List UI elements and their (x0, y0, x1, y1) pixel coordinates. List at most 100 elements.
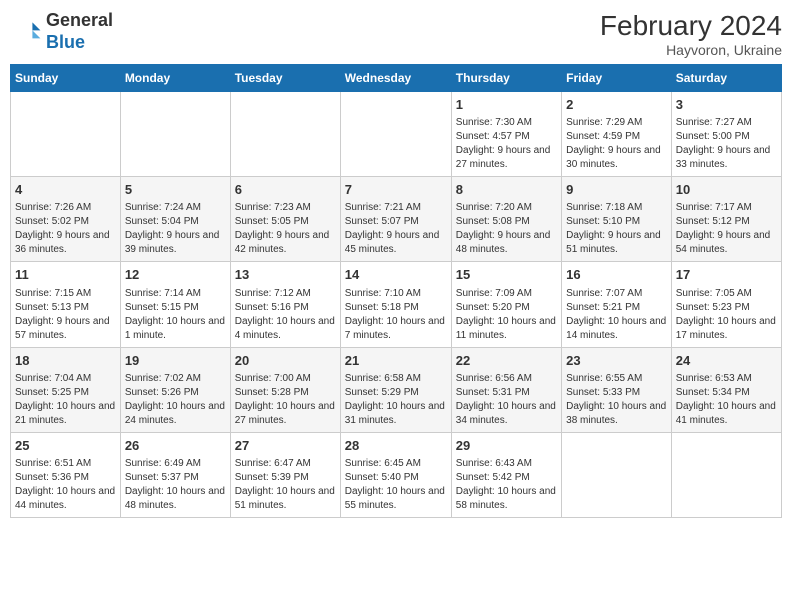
calendar-header-row: SundayMondayTuesdayWednesdayThursdayFrid… (11, 65, 782, 92)
day-number: 18 (15, 352, 116, 370)
column-header-tuesday: Tuesday (230, 65, 340, 92)
day-cell: 2Sunrise: 7:29 AM Sunset: 4:59 PM Daylig… (562, 92, 672, 177)
day-info: Sunrise: 7:04 AM Sunset: 5:25 PM Dayligh… (15, 372, 116, 428)
week-row-3: 11 Sunrise: 7:15 AM Sunset: 5:13 PM Dayli… (11, 262, 782, 347)
day-number: 9 (566, 181, 667, 199)
day-cell: 13 Sunrise: 7:12 AM Sunset: 5:16 PM Dayli… (230, 262, 340, 347)
day-cell: 29 Sunrise: 6:43 AM Sunset: 5:42 PM Dayli… (451, 432, 561, 517)
day-cell: 23 Sunrise: 6:55 AM Sunset: 5:33 PM Dayli… (562, 347, 672, 432)
day-cell: 25 Sunrise: 6:51 AM Sunset: 5:36 PM Dayli… (11, 432, 121, 517)
day-number: 29 (456, 437, 557, 455)
calendar-body: 1Sunrise: 7:30 AM Sunset: 4:57 PM Daylig… (11, 92, 782, 518)
day-number: 14 (345, 266, 447, 284)
day-number: 8 (456, 181, 557, 199)
day-cell: 11 Sunrise: 7:15 AM Sunset: 5:13 PM Dayli… (11, 262, 121, 347)
day-info: Sunrise: 6:49 AM Sunset: 5:37 PM Dayligh… (125, 457, 226, 513)
day-cell: 12 Sunrise: 7:14 AM Sunset: 5:15 PM Dayli… (120, 262, 230, 347)
day-cell: 5Sunrise: 7:24 AM Sunset: 5:04 PM Daylig… (120, 177, 230, 262)
day-info: Sunrise: 6:43 AM Sunset: 5:42 PM Dayligh… (456, 457, 557, 513)
day-cell: 21 Sunrise: 6:58 AM Sunset: 5:29 PM Dayli… (340, 347, 451, 432)
day-cell (120, 92, 230, 177)
day-number: 10 (676, 181, 777, 199)
day-cell: 18 Sunrise: 7:04 AM Sunset: 5:25 PM Dayli… (11, 347, 121, 432)
day-info: Sunrise: 7:23 AM Sunset: 5:05 PM Dayligh… (235, 201, 336, 257)
day-number: 3 (676, 96, 777, 114)
day-info: Sunrise: 6:53 AM Sunset: 5:34 PM Dayligh… (676, 372, 777, 428)
calendar-table: SundayMondayTuesdayWednesdayThursdayFrid… (10, 64, 782, 518)
day-info: Sunrise: 7:02 AM Sunset: 5:26 PM Dayligh… (125, 372, 226, 428)
day-info: Sunrise: 6:56 AM Sunset: 5:31 PM Dayligh… (456, 372, 557, 428)
day-cell: 3 Sunrise: 7:27 AM Sunset: 5:00 PM Daylig… (671, 92, 781, 177)
day-cell: 19Sunrise: 7:02 AM Sunset: 5:26 PM Dayli… (120, 347, 230, 432)
day-number: 16 (566, 266, 667, 284)
logo-icon (10, 16, 42, 48)
day-info: Sunrise: 6:55 AM Sunset: 5:33 PM Dayligh… (566, 372, 667, 428)
day-info: Sunrise: 7:26 AM Sunset: 5:02 PM Dayligh… (15, 201, 116, 257)
day-info: Sunrise: 7:14 AM Sunset: 5:15 PM Dayligh… (125, 287, 226, 343)
day-cell: 26 Sunrise: 6:49 AM Sunset: 5:37 PM Dayli… (120, 432, 230, 517)
day-cell (340, 92, 451, 177)
day-info: Sunrise: 7:10 AM Sunset: 5:18 PM Dayligh… (345, 287, 447, 343)
day-number: 26 (125, 437, 226, 455)
day-cell: 16Sunrise: 7:07 AM Sunset: 5:21 PM Dayli… (562, 262, 672, 347)
day-info: Sunrise: 7:20 AM Sunset: 5:08 PM Dayligh… (456, 201, 557, 257)
day-cell (11, 92, 121, 177)
week-row-5: 25 Sunrise: 6:51 AM Sunset: 5:36 PM Dayli… (11, 432, 782, 517)
column-header-sunday: Sunday (11, 65, 121, 92)
day-cell: 15 Sunrise: 7:09 AM Sunset: 5:20 PM Dayli… (451, 262, 561, 347)
day-cell: 28 Sunrise: 6:45 AM Sunset: 5:40 PM Dayli… (340, 432, 451, 517)
day-cell: 10 Sunrise: 7:17 AM Sunset: 5:12 PM Dayli… (671, 177, 781, 262)
day-cell: 9 Sunrise: 7:18 AM Sunset: 5:10 PM Daylig… (562, 177, 672, 262)
day-number: 28 (345, 437, 447, 455)
day-info: Sunrise: 6:58 AM Sunset: 5:29 PM Dayligh… (345, 372, 447, 428)
day-number: 12 (125, 266, 226, 284)
day-cell: 14 Sunrise: 7:10 AM Sunset: 5:18 PM Dayli… (340, 262, 451, 347)
day-info: Sunrise: 7:12 AM Sunset: 5:16 PM Dayligh… (235, 287, 336, 343)
day-info: Sunrise: 7:21 AM Sunset: 5:07 PM Dayligh… (345, 201, 447, 257)
day-number: 22 (456, 352, 557, 370)
day-info: Sunrise: 7:24 AM Sunset: 5:04 PM Dayligh… (125, 201, 226, 257)
day-info: Sunrise: 7:30 AM Sunset: 4:57 PM Dayligh… (456, 116, 557, 172)
day-info: Sunrise: 7:29 AM Sunset: 4:59 PM Dayligh… (566, 116, 667, 172)
subtitle: Hayvoron, Ukraine (600, 42, 782, 58)
day-number: 13 (235, 266, 336, 284)
day-cell (562, 432, 672, 517)
week-row-2: 4Sunrise: 7:26 AM Sunset: 5:02 PM Daylig… (11, 177, 782, 262)
day-number: 24 (676, 352, 777, 370)
title-block: February 2024 Hayvoron, Ukraine (600, 10, 782, 58)
day-number: 15 (456, 266, 557, 284)
day-cell: 17 Sunrise: 7:05 AM Sunset: 5:23 PM Dayli… (671, 262, 781, 347)
day-info: Sunrise: 7:27 AM Sunset: 5:00 PM Dayligh… (676, 116, 777, 172)
main-title: February 2024 (600, 10, 782, 42)
day-number: 17 (676, 266, 777, 284)
column-header-thursday: Thursday (451, 65, 561, 92)
week-row-4: 18 Sunrise: 7:04 AM Sunset: 5:25 PM Dayli… (11, 347, 782, 432)
day-cell: 27Sunrise: 6:47 AM Sunset: 5:39 PM Dayli… (230, 432, 340, 517)
day-number: 21 (345, 352, 447, 370)
day-number: 23 (566, 352, 667, 370)
day-info: Sunrise: 7:17 AM Sunset: 5:12 PM Dayligh… (676, 201, 777, 257)
day-info: Sunrise: 6:51 AM Sunset: 5:36 PM Dayligh… (15, 457, 116, 513)
day-cell: 24 Sunrise: 6:53 AM Sunset: 5:34 PM Dayli… (671, 347, 781, 432)
page-header: General Blue February 2024 Hayvoron, Ukr… (10, 10, 782, 58)
day-info: Sunrise: 7:15 AM Sunset: 5:13 PM Dayligh… (15, 287, 116, 343)
day-cell (230, 92, 340, 177)
day-info: Sunrise: 7:00 AM Sunset: 5:28 PM Dayligh… (235, 372, 336, 428)
column-header-monday: Monday (120, 65, 230, 92)
day-cell: 4Sunrise: 7:26 AM Sunset: 5:02 PM Daylig… (11, 177, 121, 262)
day-number: 25 (15, 437, 116, 455)
day-info: Sunrise: 7:05 AM Sunset: 5:23 PM Dayligh… (676, 287, 777, 343)
day-cell (671, 432, 781, 517)
logo: General Blue (10, 10, 113, 53)
day-info: Sunrise: 6:45 AM Sunset: 5:40 PM Dayligh… (345, 457, 447, 513)
column-header-saturday: Saturday (671, 65, 781, 92)
day-cell: 20Sunrise: 7:00 AM Sunset: 5:28 PM Dayli… (230, 347, 340, 432)
day-cell: 8 Sunrise: 7:20 AM Sunset: 5:08 PM Daylig… (451, 177, 561, 262)
logo-line1: General (46, 10, 113, 32)
day-info: Sunrise: 7:09 AM Sunset: 5:20 PM Dayligh… (456, 287, 557, 343)
logo-line2: Blue (46, 32, 113, 54)
week-row-1: 1Sunrise: 7:30 AM Sunset: 4:57 PM Daylig… (11, 92, 782, 177)
day-number: 11 (15, 266, 116, 284)
column-header-friday: Friday (562, 65, 672, 92)
day-info: Sunrise: 7:18 AM Sunset: 5:10 PM Dayligh… (566, 201, 667, 257)
